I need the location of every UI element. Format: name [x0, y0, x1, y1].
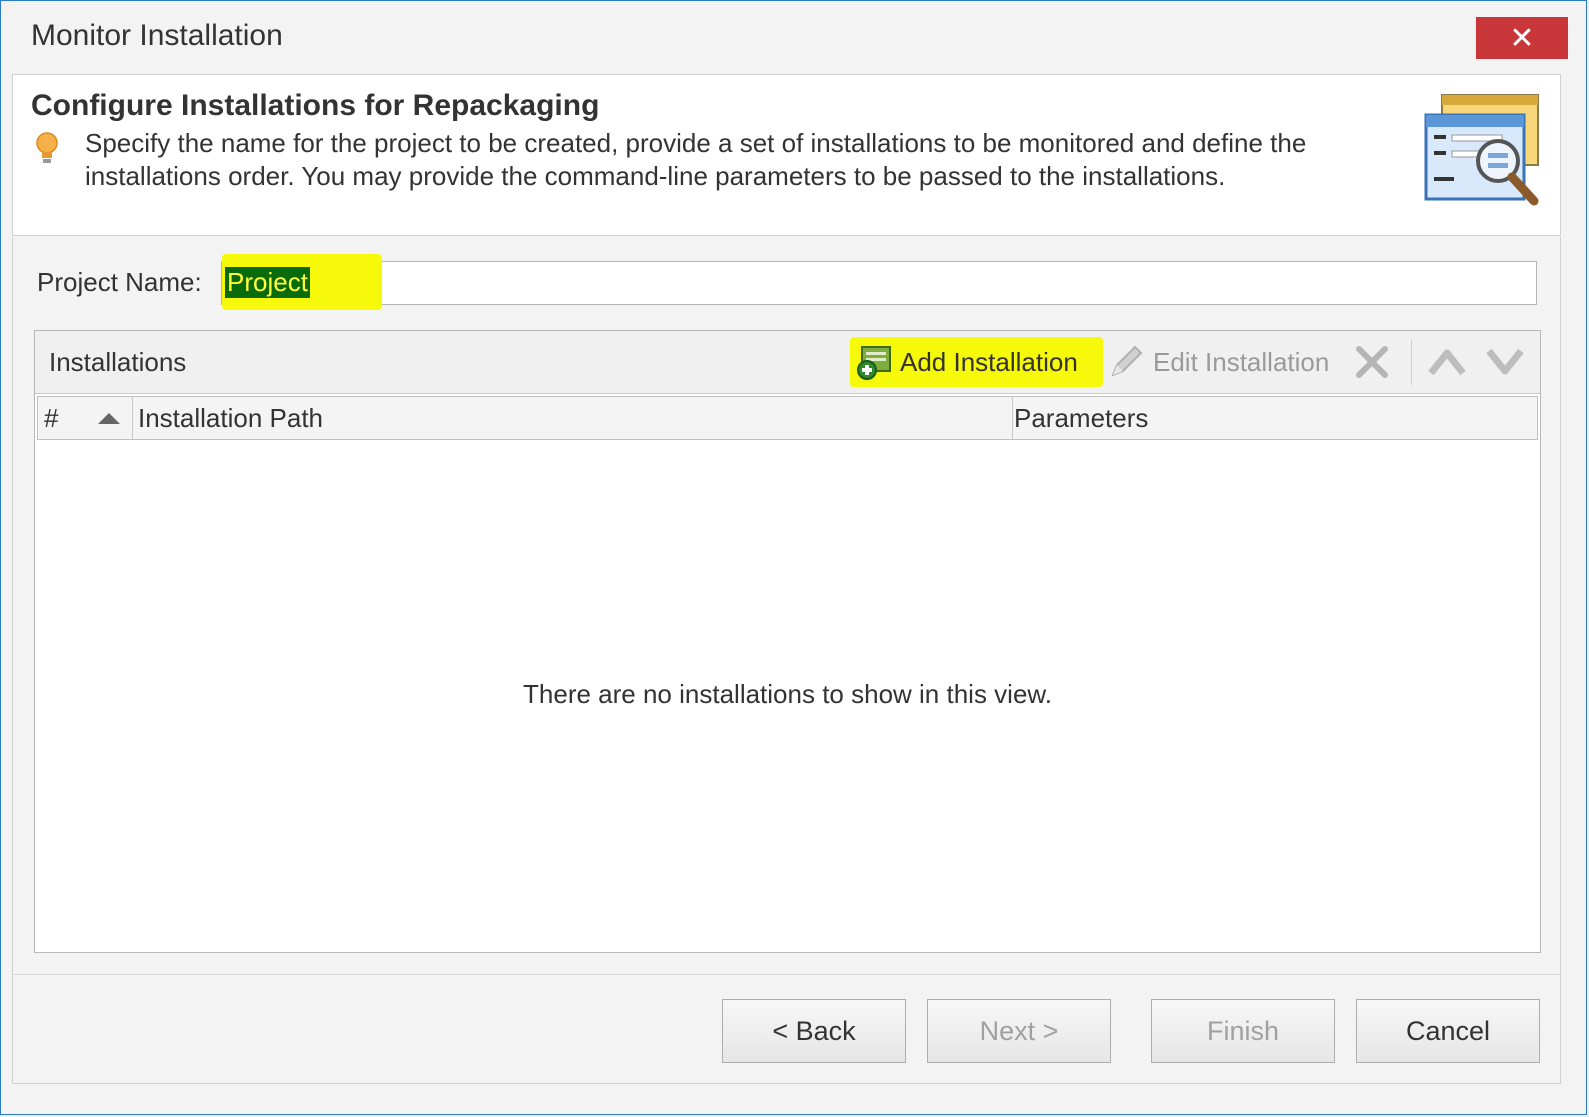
sort-ascending-icon [98, 413, 120, 424]
move-down-icon[interactable] [1485, 345, 1525, 379]
installations-toolbar: Installations Add Installation Edit Inst… [35, 331, 1540, 394]
lightbulb-icon [36, 132, 58, 163]
wizard-header: Configure Installations for Repackaging … [12, 74, 1561, 236]
column-number-label: # [44, 403, 59, 433]
column-header-number[interactable]: # [44, 397, 133, 439]
finish-button[interactable]: Finish [1151, 999, 1335, 1063]
delete-icon[interactable] [1353, 343, 1391, 381]
project-name-label: Project Name: [37, 267, 202, 297]
monitor-installation-dialog: Monitor Installation ✕ Configure Install… [0, 0, 1587, 1115]
edit-installation-label: Edit Installation [1153, 346, 1330, 377]
close-button[interactable]: ✕ [1476, 17, 1568, 59]
column-header-parameters[interactable]: Parameters [1010, 397, 1514, 439]
add-installation-label: Add Installation [900, 346, 1078, 377]
edit-installation-button[interactable]: Edit Installation [1107, 341, 1329, 383]
add-installation-icon [857, 346, 891, 380]
wizard-step-title: Configure Installations for Repackaging [31, 89, 600, 122]
wizard-content: Project Name: Project Installations Add … [12, 237, 1561, 974]
installations-title: Installations [49, 347, 187, 377]
wizard-step-description: Specify the name for the project to be c… [85, 128, 1307, 191]
installations-grid-header: # Installation Path Parameters [37, 396, 1538, 440]
installations-panel: Installations Add Installation Edit Inst… [34, 330, 1541, 953]
empty-grid-message: There are no installations to show in th… [523, 679, 1052, 709]
next-button[interactable]: Next > [927, 999, 1111, 1063]
pencil-icon [1111, 345, 1143, 377]
add-installation-button[interactable]: Add Installation [850, 337, 1103, 387]
toolbar-separator [1411, 339, 1412, 385]
window-title: Monitor Installation [31, 19, 283, 52]
column-header-installation-path[interactable]: Installation Path [134, 397, 1013, 439]
move-up-icon[interactable] [1427, 345, 1467, 379]
project-name-input[interactable]: Project [221, 254, 1537, 310]
back-button[interactable]: < Back [722, 999, 906, 1063]
cancel-button[interactable]: Cancel [1356, 999, 1540, 1063]
wizard-footer: < Back Next > Finish Cancel [12, 974, 1561, 1084]
project-name-value[interactable]: Project [225, 267, 310, 298]
installation-monitor-icon [1424, 94, 1539, 206]
title-bar: Monitor Installation ✕ [1, 1, 1586, 73]
